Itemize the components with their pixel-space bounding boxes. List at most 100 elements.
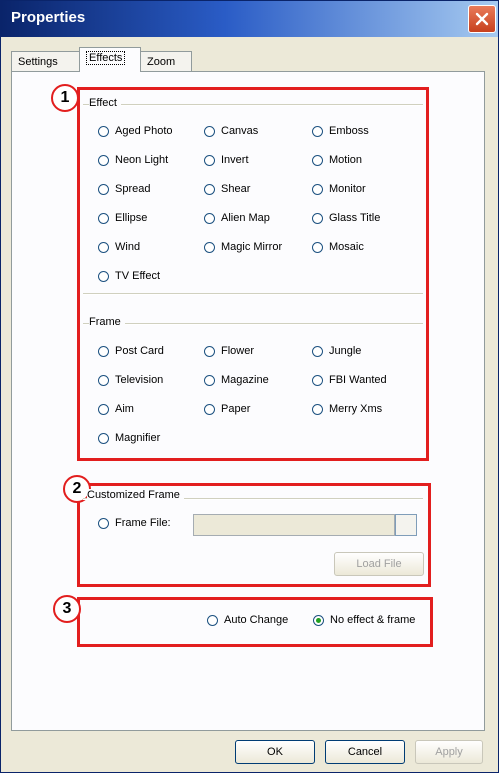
frame-option[interactable]: Magnifier: [98, 432, 160, 444]
load-file-button[interactable]: Load File: [334, 552, 424, 576]
effect-option[interactable]: Magic Mirror: [204, 241, 282, 253]
close-button[interactable]: [468, 5, 496, 33]
effect-label: Alien Map: [221, 212, 270, 224]
effect-option[interactable]: Invert: [204, 154, 249, 166]
frame-label: Flower: [221, 345, 255, 357]
frame-radio[interactable]: [98, 345, 109, 357]
effect-option[interactable]: Ellipse: [98, 212, 147, 224]
frame-radio[interactable]: [312, 345, 323, 357]
effect-option[interactable]: Glass Title: [312, 212, 380, 224]
effect-radio[interactable]: [98, 154, 109, 166]
title-bar[interactable]: Properties: [1, 1, 498, 37]
apply-button[interactable]: Apply: [415, 740, 483, 764]
custom-frame-label: Customized Frame: [87, 489, 184, 501]
frame-label: Magazine: [221, 374, 269, 386]
no-effect-label: No effect & frame: [330, 614, 416, 626]
frame-file-label: Frame File:: [115, 517, 171, 529]
effect-label: Shear: [221, 183, 251, 195]
callout-3: 3: [53, 595, 81, 623]
frame-radio[interactable]: [204, 345, 215, 357]
auto-change-radio[interactable]: [207, 614, 218, 626]
effect-radio[interactable]: [204, 183, 215, 195]
properties-dialog: Properties Settings Effects Zoom 1 Effec…: [0, 0, 499, 773]
effect-radio[interactable]: [98, 183, 109, 195]
effect-label: Canvas: [221, 125, 259, 137]
effect-option[interactable]: Canvas: [204, 125, 258, 137]
effect-radio[interactable]: [312, 154, 323, 166]
effect-label: Monitor: [329, 183, 366, 195]
effect-option[interactable]: Neon Light: [98, 154, 168, 166]
frame-label: Paper: [221, 403, 251, 415]
effect-radio[interactable]: [204, 125, 215, 137]
no-effect-radio[interactable]: [313, 614, 324, 626]
effect-option[interactable]: TV Effect: [98, 270, 160, 282]
frame-group-divider: [83, 323, 423, 325]
effect-label: Neon Light: [115, 154, 169, 166]
effect-label: Mosaic: [329, 241, 364, 253]
effect-radio[interactable]: [98, 212, 109, 224]
effect-option[interactable]: Alien Map: [204, 212, 270, 224]
tab-zoom-label: Zoom: [147, 56, 176, 68]
tab-settings-label: Settings: [18, 56, 58, 68]
effect-radio[interactable]: [98, 270, 109, 282]
browse-button[interactable]: [395, 514, 417, 536]
frame-label: Aim: [115, 403, 134, 415]
frame-option[interactable]: Aim: [98, 403, 134, 415]
effect-label: TV Effect: [115, 270, 161, 282]
frame-option[interactable]: FBI Wanted: [312, 374, 387, 386]
frame-radio[interactable]: [98, 374, 109, 386]
cancel-button[interactable]: Cancel: [325, 740, 405, 764]
effect-radio[interactable]: [312, 125, 323, 137]
no-effect-option[interactable]: No effect & frame: [313, 614, 415, 626]
effect-option[interactable]: Wind: [98, 241, 140, 253]
ok-button[interactable]: OK: [235, 740, 315, 764]
frame-label: Television: [115, 374, 164, 386]
frame-option[interactable]: Paper: [204, 403, 250, 415]
effect-radio[interactable]: [312, 241, 323, 253]
frame-radio[interactable]: [204, 403, 215, 415]
frame-radio[interactable]: [98, 403, 109, 415]
frame-label: FBI Wanted: [329, 374, 387, 386]
effect-option[interactable]: Mosaic: [312, 241, 364, 253]
effect-radio[interactable]: [98, 241, 109, 253]
auto-change-label: Auto Change: [224, 614, 289, 626]
effect-option[interactable]: Shear: [204, 183, 250, 195]
frame-file-radio[interactable]: [98, 517, 109, 529]
effect-label: Aged Photo: [115, 125, 173, 137]
effect-radio[interactable]: [98, 125, 109, 137]
frame-option[interactable]: Magazine: [204, 374, 269, 386]
effect-radio[interactable]: [312, 183, 323, 195]
frame-label: Post Card: [115, 345, 164, 357]
tab-zoom[interactable]: Zoom: [140, 51, 192, 71]
tab-effects[interactable]: Effects: [79, 47, 141, 72]
effect-radio[interactable]: [312, 212, 323, 224]
effect-radio[interactable]: [204, 241, 215, 253]
frame-option[interactable]: Flower: [204, 345, 254, 357]
effect-radio[interactable]: [204, 212, 215, 224]
effect-label: Glass Title: [329, 212, 381, 224]
frame-radio[interactable]: [312, 403, 323, 415]
frame-radio[interactable]: [204, 374, 215, 386]
effect-label: Spread: [115, 183, 151, 195]
frame-file-option[interactable]: Frame File:: [98, 517, 171, 529]
effect-option[interactable]: Motion: [312, 154, 362, 166]
frame-option[interactable]: Post Card: [98, 345, 164, 357]
tab-settings[interactable]: Settings: [11, 51, 80, 71]
effect-label: Emboss: [329, 125, 369, 137]
frame-label: Merry Xms: [329, 403, 383, 415]
frame-radio[interactable]: [312, 374, 323, 386]
frame-group-label: Frame: [89, 316, 125, 328]
frame-radio[interactable]: [98, 432, 109, 444]
effect-label: Ellipse: [115, 212, 148, 224]
frame-file-field[interactable]: [193, 514, 395, 536]
tab-effects-label: Effects: [86, 51, 126, 65]
frame-option[interactable]: Merry Xms: [312, 403, 382, 415]
effect-option[interactable]: Monitor: [312, 183, 366, 195]
effect-option[interactable]: Emboss: [312, 125, 369, 137]
auto-change-option[interactable]: Auto Change: [207, 614, 288, 626]
frame-option[interactable]: Television: [98, 374, 163, 386]
frame-option[interactable]: Jungle: [312, 345, 361, 357]
effect-radio[interactable]: [204, 154, 215, 166]
effect-option[interactable]: Aged Photo: [98, 125, 173, 137]
effect-option[interactable]: Spread: [98, 183, 150, 195]
